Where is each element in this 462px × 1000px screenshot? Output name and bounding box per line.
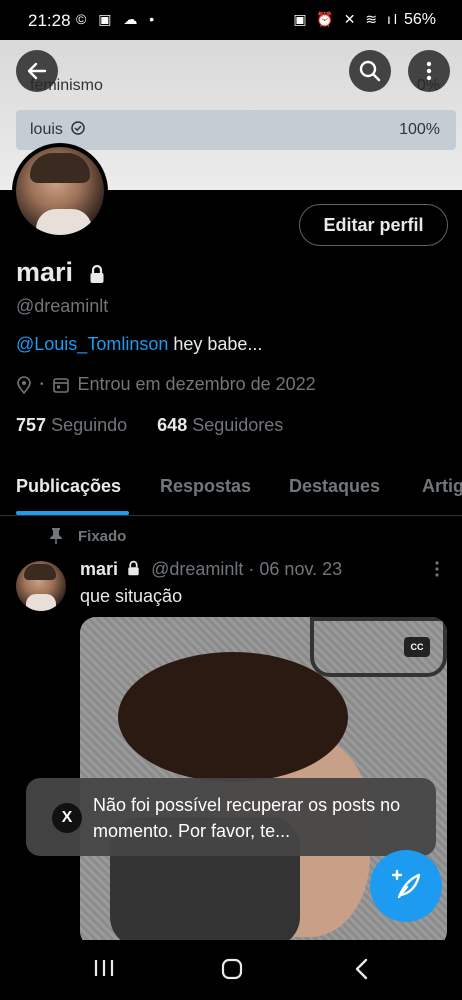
home-icon <box>221 958 243 980</box>
recent-apps-button[interactable] <box>93 958 115 983</box>
joined-date: Entrou em dezembro de 2022 <box>77 374 316 394</box>
profile-handle: @dreaminlt <box>16 296 109 316</box>
poll-option-label: louis <box>30 121 86 139</box>
profile-name: mari <box>16 257 105 288</box>
back-nav-button[interactable] <box>354 958 370 985</box>
lock-icon <box>128 560 139 576</box>
closed-captions-button[interactable]: CC <box>404 637 430 657</box>
status-time: 21:28 <box>28 11 71 30</box>
battery-level: 56% <box>403 11 436 28</box>
tab-artigos[interactable]: Artigos <box>422 476 462 497</box>
home-button[interactable] <box>221 958 243 985</box>
poll-option-louis: louis 100% <box>16 110 456 150</box>
location-dot: • <box>40 379 44 390</box>
avatar-hair <box>24 564 56 580</box>
x-logo-icon: X <box>52 803 82 833</box>
post-date[interactable]: 06 nov. 23 <box>259 559 342 579</box>
location-pin-icon <box>17 375 31 394</box>
poll-option-percent: 100% <box>399 121 440 138</box>
tab-destaques[interactable]: Destaques <box>289 476 380 497</box>
error-toast: X Não foi possível recuperar os posts no… <box>26 778 436 856</box>
profile-avatar[interactable] <box>12 143 108 239</box>
toast-message: Não foi possível recuperar os posts no m… <box>93 795 401 841</box>
video-hair-shape <box>118 652 348 782</box>
avatar-shirt <box>36 209 92 235</box>
lock-icon <box>90 264 104 283</box>
post-text: que situação <box>80 586 183 606</box>
more-options-button[interactable] <box>408 50 450 92</box>
post-author-avatar[interactable] <box>16 561 66 611</box>
status-bar: 21:28 © ▣ ☁ • ▣ ⏰ ✕ ≋ ıl 56% <box>0 0 462 40</box>
avatar-shirt <box>26 594 56 611</box>
tab-publicacoes[interactable]: Publicações <box>16 476 121 497</box>
back-button[interactable] <box>16 50 58 92</box>
check-circle-icon <box>71 121 86 135</box>
feather-plus-icon <box>391 869 421 899</box>
pin-icon <box>50 528 62 544</box>
profile-meta: • Entrou em dezembro de 2022 <box>16 374 316 395</box>
profile-bio: @Louis_Tomlinson hey babe... <box>16 334 262 355</box>
notification-icons: © ▣ ☁ • <box>76 11 159 27</box>
following-link[interactable]: 757 Seguindo <box>16 415 127 435</box>
active-tab-indicator <box>16 511 129 515</box>
followers-link[interactable]: 648 Seguidores <box>157 415 283 435</box>
avatar-hair <box>30 153 90 183</box>
system-icons: ▣ ⏰ ✕ ≋ ıl <box>293 11 400 27</box>
search-icon <box>359 60 381 82</box>
post-author-handle[interactable]: @dreaminlt <box>151 559 243 579</box>
edit-profile-button[interactable]: Editar perfil <box>299 204 448 246</box>
arrow-left-icon <box>27 62 47 80</box>
follow-stats: 757 Seguindo 648 Seguidores <box>16 415 283 436</box>
chevron-left-icon <box>355 958 368 980</box>
bio-text: hey babe... <box>168 334 263 354</box>
post-separator: · <box>248 559 255 579</box>
tab-respostas[interactable]: Respostas <box>160 476 251 497</box>
profile-tabs: Publicações Respostas Destaques Artigos <box>0 466 462 516</box>
pinned-label: Fixado <box>48 527 126 545</box>
compose-post-button[interactable] <box>370 850 442 922</box>
post-author-name[interactable]: mari <box>80 559 118 579</box>
recent-apps-icon <box>94 960 114 976</box>
system-nav-bar <box>0 940 462 1000</box>
post-header: mari @dreaminlt · 06 nov. 23 <box>80 559 342 580</box>
post-more-button[interactable] <box>427 560 447 578</box>
search-button[interactable] <box>349 50 391 92</box>
more-vertical-icon <box>435 561 439 577</box>
bio-mention-link[interactable]: @Louis_Tomlinson <box>16 334 168 354</box>
calendar-icon <box>52 377 69 393</box>
more-vertical-icon <box>426 61 432 81</box>
